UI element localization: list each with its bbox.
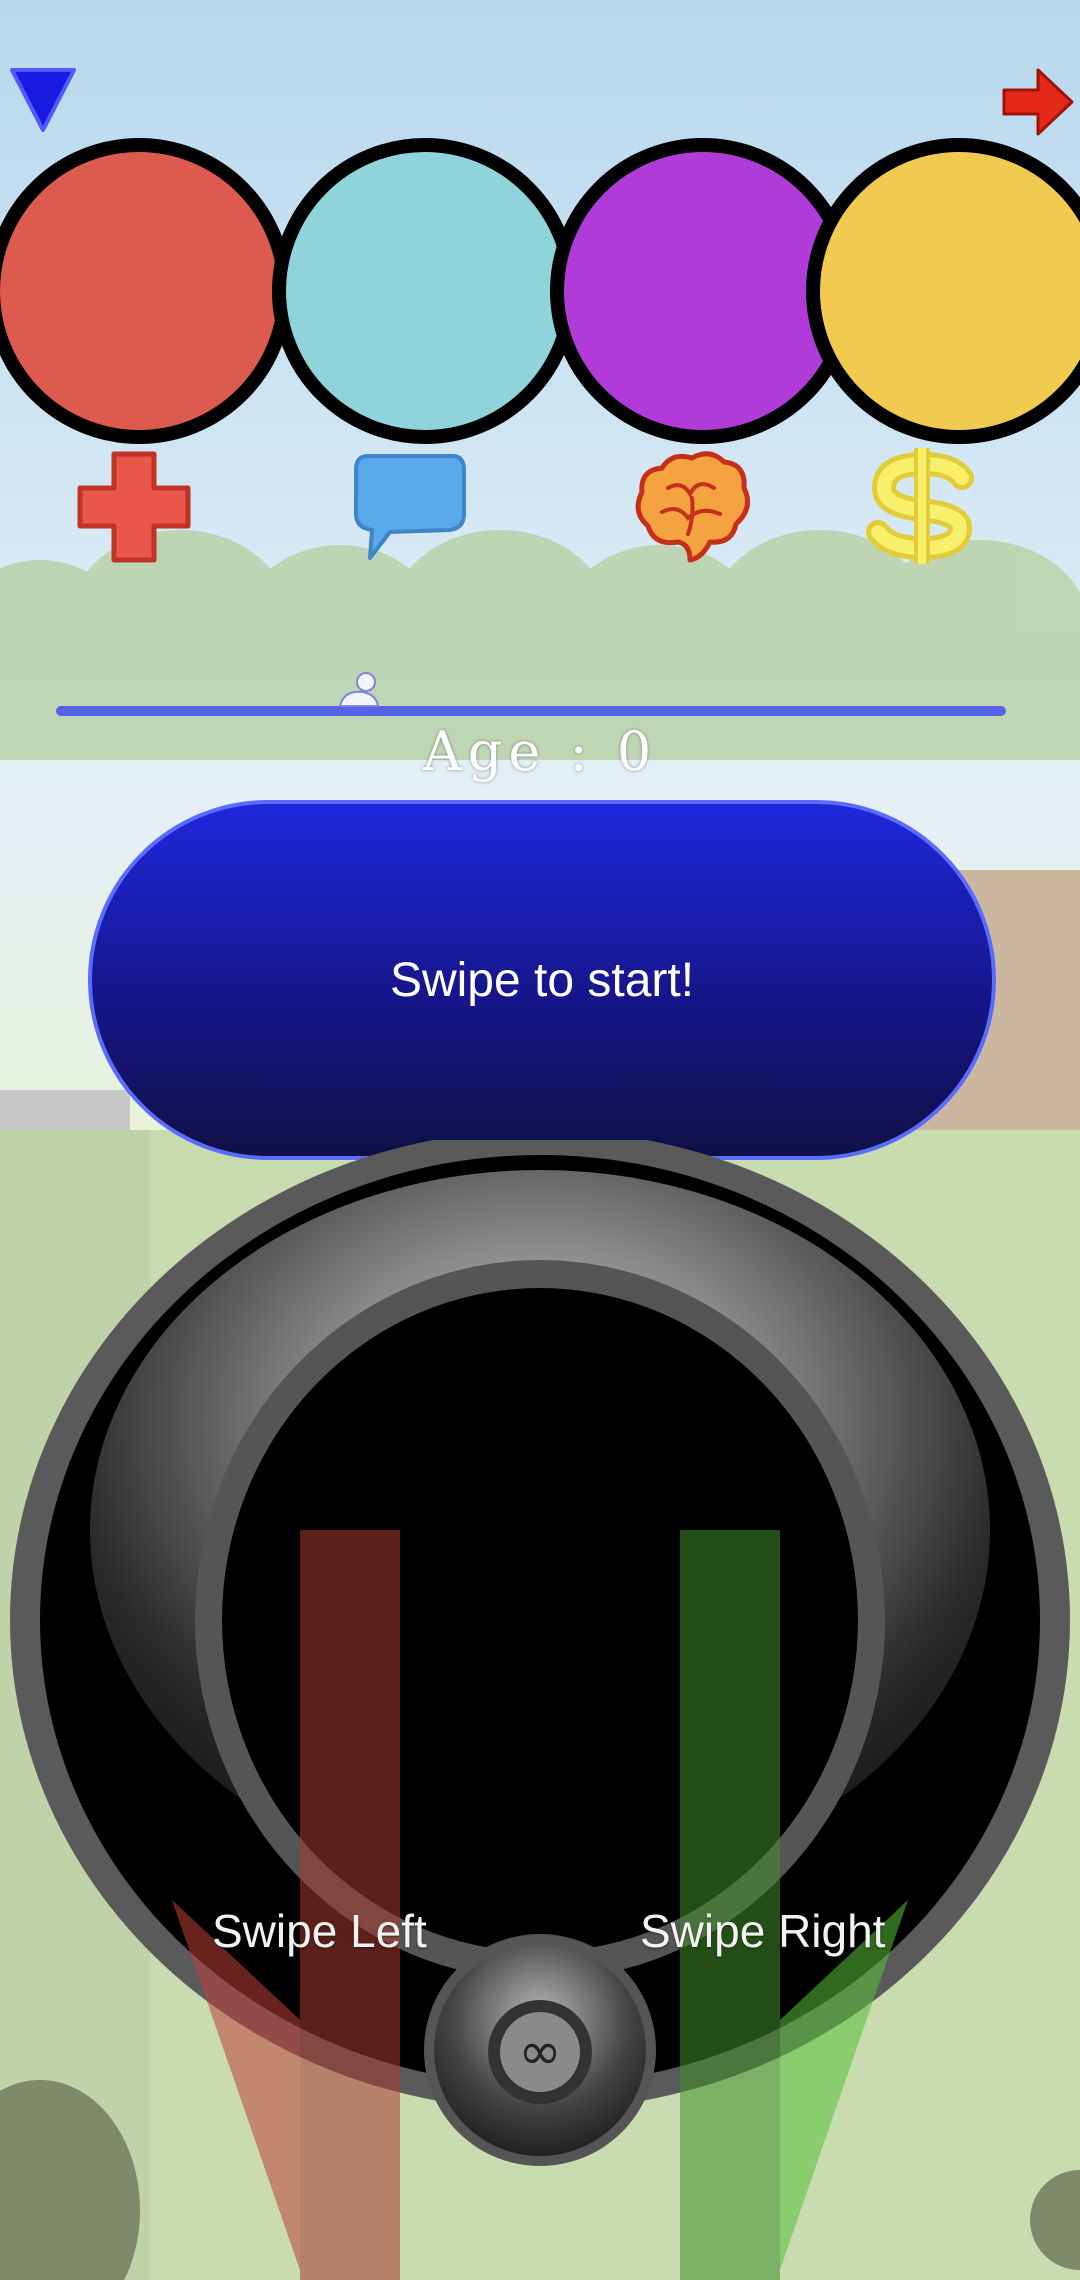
next-arrow-icon[interactable] xyxy=(1002,66,1074,138)
swipe-right-label: Swipe Right xyxy=(640,1905,886,1957)
swipe-left-label: Swipe Left xyxy=(212,1905,427,1957)
social-stat-circle xyxy=(272,138,578,444)
infinity-icon[interactable]: ∞ xyxy=(506,2022,574,2082)
swipe-controller[interactable] xyxy=(0,1140,1080,2280)
dollar-icon xyxy=(866,448,974,564)
health-cross-icon xyxy=(77,451,191,563)
age-label: Age : 0 xyxy=(422,720,658,783)
menu-dropdown-icon[interactable] xyxy=(10,66,76,136)
start-button-label: Swipe to start! xyxy=(389,953,695,1007)
age-progress-bar xyxy=(56,706,1006,716)
brain-icon xyxy=(635,451,751,563)
baby-icon xyxy=(338,672,380,707)
swipe-to-start-button[interactable]: Swipe to start! xyxy=(88,800,996,1160)
health-stat-circle xyxy=(0,138,292,444)
speech-bubble-icon xyxy=(354,454,466,560)
